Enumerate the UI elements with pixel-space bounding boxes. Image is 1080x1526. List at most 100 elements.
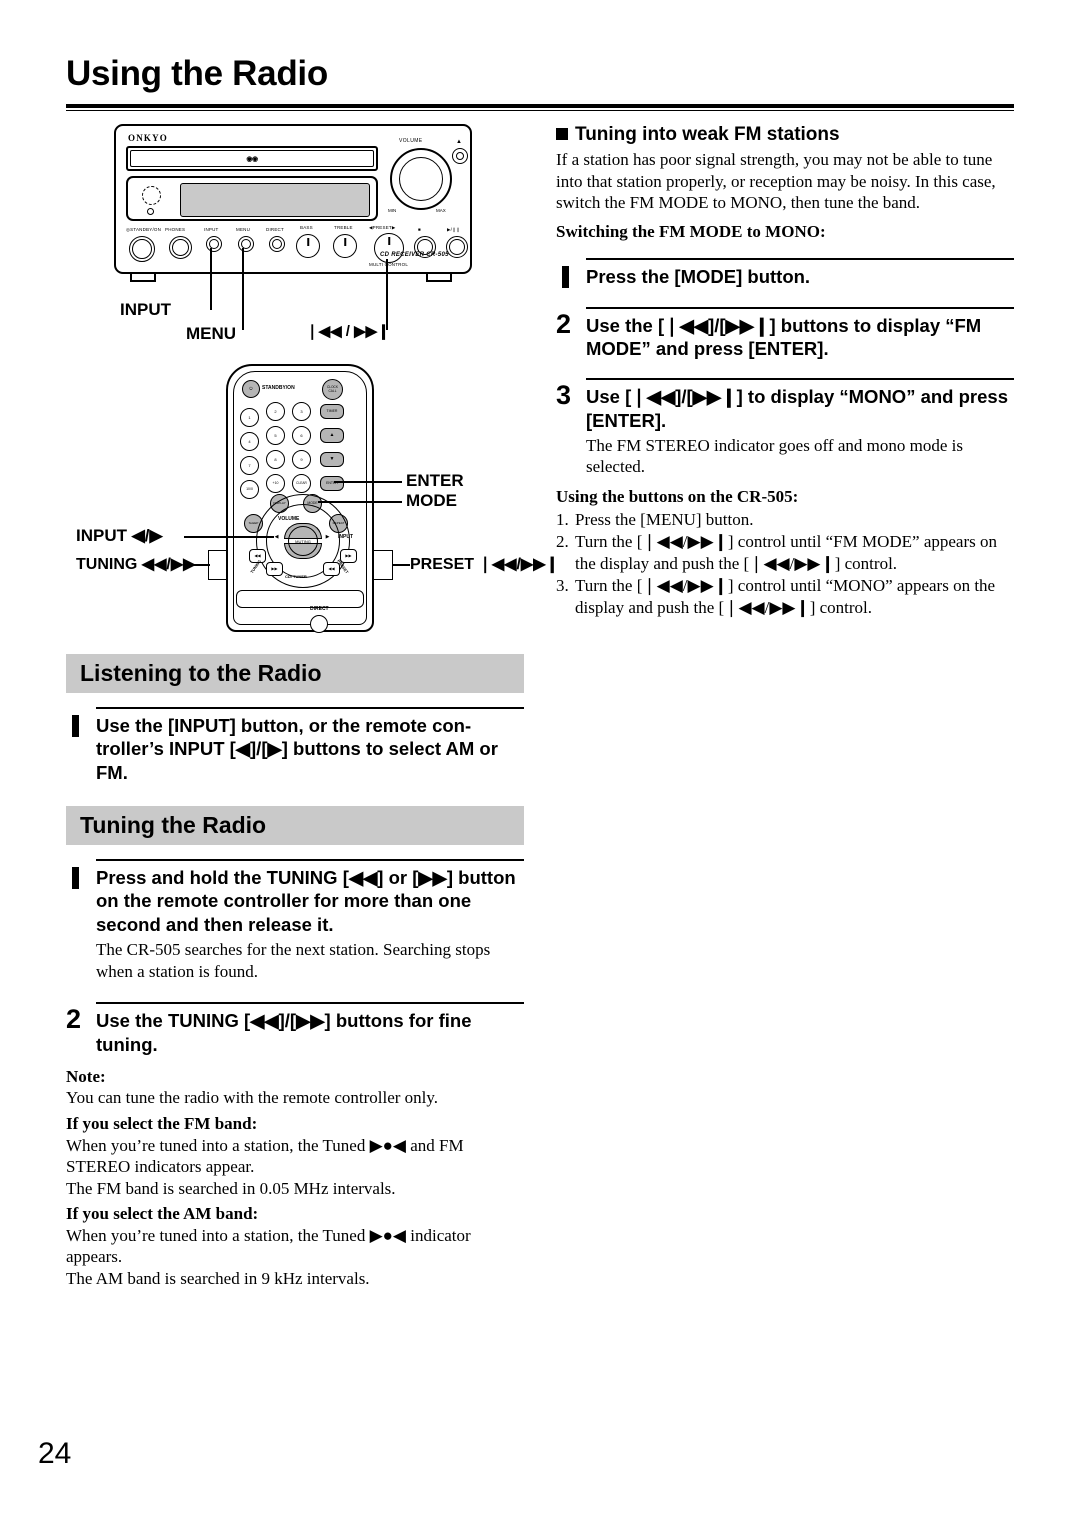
step-tuning-2-text: Use the TUNING [◀◀]/[▶▶] buttons for fin… — [96, 1010, 472, 1055]
bass-knob[interactable] — [296, 234, 320, 258]
bullet-square-icon — [556, 128, 568, 140]
volume-label: VOLUME — [399, 138, 423, 144]
page-title: Using the Radio — [66, 54, 328, 93]
muting-button[interactable]: MUTING — [288, 526, 318, 556]
number-6-button[interactable]: 6 — [292, 426, 311, 445]
display-panel — [126, 176, 378, 221]
step-number-2: 2 — [556, 308, 572, 339]
step-marker-bar — [72, 715, 79, 738]
step-tuning-1: Press and hold the TUNING [◀◀] or [▶▶] b… — [66, 859, 524, 982]
tuning-notes-block: Note: You can tune the radio with the re… — [66, 1066, 524, 1290]
list-item: 1. Press the [MENU] button. — [556, 509, 1014, 531]
timer-button[interactable]: TIMER — [320, 404, 344, 419]
callout-input-remote: INPUT ◀/▶ — [76, 526, 163, 545]
direct-label: DIRECT — [266, 227, 284, 232]
play-pause-icon: ▶/❙❙ — [447, 227, 461, 232]
step-rule — [586, 378, 1014, 381]
standby-on-remote-label: STANDBY/ON — [262, 385, 295, 391]
standby-on-remote-button[interactable]: ⏻ — [242, 380, 260, 398]
treble-label: TREBLE — [334, 225, 353, 230]
step-rule — [96, 859, 524, 862]
receiver-display-screen — [180, 183, 370, 217]
step-marker-bar — [72, 867, 79, 890]
onkyo-logo: ONKYO — [128, 133, 169, 143]
title-rule — [66, 104, 1014, 111]
remote-door-panel — [236, 590, 364, 608]
number-1-button[interactable]: 1 — [240, 408, 259, 427]
callout-menu: MENU — [186, 324, 237, 343]
number-7-button[interactable]: 7 — [240, 456, 259, 475]
step-number-3: 3 — [556, 380, 572, 411]
clock-call-button[interactable]: CLOCK CALL — [322, 379, 343, 400]
cr505-numbered-list: 1. Press the [MENU] button. 2. Turn the … — [556, 509, 1014, 619]
step-rule — [96, 1002, 524, 1005]
input-remote-label: INPUT — [338, 534, 353, 540]
tuning-forward-button[interactable]: ▶▶ — [266, 562, 283, 576]
direct-remote-button[interactable] — [310, 615, 328, 633]
eject-button[interactable] — [452, 148, 468, 164]
step-rule — [96, 707, 524, 710]
weak-fm-intro: If a station has poor signal strength, y… — [556, 150, 996, 213]
fm-band-text-2: The FM band is searched in 0.05 MHz inte… — [66, 1178, 396, 1198]
bracket-tuning — [208, 550, 227, 580]
bass-label: BASS — [300, 225, 313, 230]
standby-on-label: ◎STANDBY/ON — [126, 227, 162, 232]
down-arrow-button[interactable]: ▼ — [320, 452, 344, 467]
list-item: 2. Turn the [❘◀◀/▶▶❙] control until “FM … — [556, 531, 1014, 574]
remote-body: ⏻ STANDBY/ON CLOCK CALL 1 2 3 TIMER 4 5 6… — [226, 364, 374, 633]
leader-line-mode — [318, 501, 402, 503]
plus-ten-button[interactable]: +10 — [266, 474, 285, 493]
callout-skip: ❘◀◀ / ▶▶❙ — [306, 323, 390, 340]
phones-jack[interactable] — [169, 236, 192, 259]
direct-button[interactable] — [269, 236, 285, 252]
step-mono-3: 3 Use [❘◀◀]/[▶▶❙] to display “MONO” and … — [556, 378, 1014, 478]
right-column: Tuning into weak FM stations If a statio… — [556, 124, 1014, 618]
remote-figure: ⏻ STANDBY/ON CLOCK CALL 1 2 3 TIMER 4 5 6… — [66, 364, 559, 654]
input-right-button[interactable]: ▶ — [322, 532, 333, 543]
step-marker-bar — [562, 266, 569, 289]
number-3-button[interactable]: 3 — [292, 402, 311, 421]
note-label: Note: — [66, 1066, 106, 1086]
am-band-text-1: When you’re tuned into a station, the Tu… — [66, 1225, 471, 1267]
receiver-body: ONKYO ◉◉ VOLUME MIN MAX ▲ ◎STANDBY/ON PH… — [114, 124, 472, 282]
up-arrow-button[interactable]: ▲ — [320, 428, 344, 443]
leader-line-input-remote — [184, 536, 274, 538]
list-item-text: Turn the [❘◀◀/▶▶❙] control until “MONO” … — [575, 576, 996, 617]
callout-enter: ENTER — [406, 471, 464, 490]
receiver-foot-right — [426, 272, 452, 282]
callout-mode: MODE — [406, 491, 457, 510]
play-pause-button[interactable] — [446, 236, 468, 258]
direct-remote-label: DIRECT — [310, 606, 329, 612]
step-tuning-2: 2 Use the TUNING [◀◀]/[▶▶] buttons for f… — [66, 1002, 524, 1056]
menu-button[interactable] — [238, 236, 254, 252]
standby-on-button[interactable] — [129, 236, 155, 262]
volume-max-label: MAX — [436, 208, 446, 213]
enter-button[interactable]: ENTER — [320, 476, 344, 491]
step-mono-1-text: Press the [MODE] button. — [586, 266, 811, 288]
multi-control-knob[interactable] — [374, 233, 404, 263]
callout-preset: PRESET ❘◀◀/▶▶❙ — [410, 556, 559, 573]
stop-icon: ■ — [418, 227, 421, 232]
ten-zero-button[interactable]: 10/0 — [240, 480, 259, 499]
leader-line-enter — [334, 481, 402, 483]
number-8-button[interactable]: 8 — [266, 450, 285, 469]
treble-knob[interactable] — [333, 234, 357, 258]
list-item-number: 3. — [556, 576, 569, 596]
cd-tuner-label: CD/ TUNER — [285, 574, 307, 579]
fm-band-heading: If you select the FM band: — [66, 1113, 258, 1133]
input-button[interactable] — [206, 236, 222, 252]
indicator-led-icon — [147, 208, 154, 215]
bracket-preset — [374, 550, 393, 580]
volume-knob[interactable] — [390, 148, 452, 210]
volume-min-label: MIN — [388, 208, 397, 213]
phones-label: PHONES — [165, 227, 186, 232]
clear-button[interactable]: CLEAR — [292, 474, 311, 493]
number-2-button[interactable]: 2 — [266, 402, 285, 421]
number-4-button[interactable]: 4 — [240, 432, 259, 451]
weak-fm-heading-text: Tuning into weak FM stations — [575, 124, 840, 145]
number-5-button[interactable]: 5 — [266, 426, 285, 445]
step-mono-3-sub: The FM STEREO indicator goes off and mon… — [586, 435, 963, 477]
remote-sensor-icon — [142, 186, 161, 205]
number-9-button[interactable]: 9 — [292, 450, 311, 469]
step-listening-1: Use the [INPUT] button, or the remote co… — [66, 707, 524, 784]
